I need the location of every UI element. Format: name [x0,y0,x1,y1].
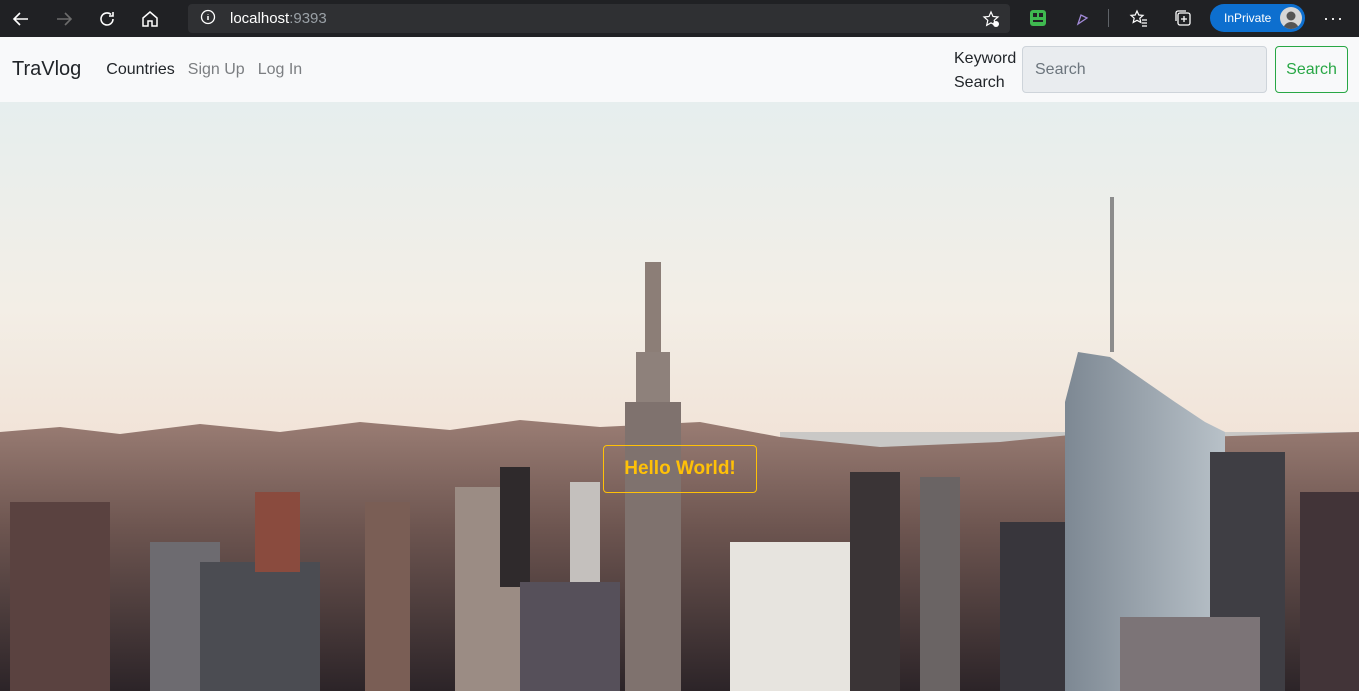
url-host: localhost [230,10,290,27]
toolbar-divider [1108,9,1109,27]
keyword-search-label: Keyword Search [954,50,1017,91]
pen-icon[interactable] [1073,8,1093,33]
more-icon[interactable]: ··· [1323,8,1344,29]
url-port: :9393 [289,10,327,27]
inprivate-label: InPrivate [1224,11,1272,25]
collections-icon[interactable] [1173,8,1193,33]
info-icon[interactable] [200,9,216,29]
favorites-icon[interactable] [1129,8,1149,33]
nav-links: Countries Sign Up Log In [93,61,302,79]
forward-icon[interactable] [50,5,78,33]
browser-toolbar: localhost:9393 InPrivate ··· [0,0,1359,37]
avatar [1280,7,1302,29]
inprivate-button[interactable]: InPrivate [1210,4,1305,32]
address-bar[interactable]: localhost:9393 [188,4,1010,33]
brand-logo[interactable]: TraVlog [12,58,81,81]
nav-link-log-in[interactable]: Log In [258,61,302,79]
nav-link-sign-up[interactable]: Sign Up [188,61,245,79]
favorite-add-icon[interactable] [982,10,1000,32]
search-input[interactable] [1022,46,1267,93]
city-skyline-image [0,102,1359,691]
hero-section: Hello World! [0,102,1359,691]
nav-link-countries[interactable]: Countries [106,61,174,79]
back-icon[interactable] [7,5,35,33]
refresh-icon[interactable] [93,5,121,33]
search-button[interactable]: Search [1275,46,1348,93]
hello-world-button[interactable]: Hello World! [603,445,757,493]
extension-icon[interactable] [1028,8,1048,33]
site-navbar: TraVlog Countries Sign Up Log In Keyword… [0,37,1359,102]
home-icon[interactable] [136,5,164,33]
